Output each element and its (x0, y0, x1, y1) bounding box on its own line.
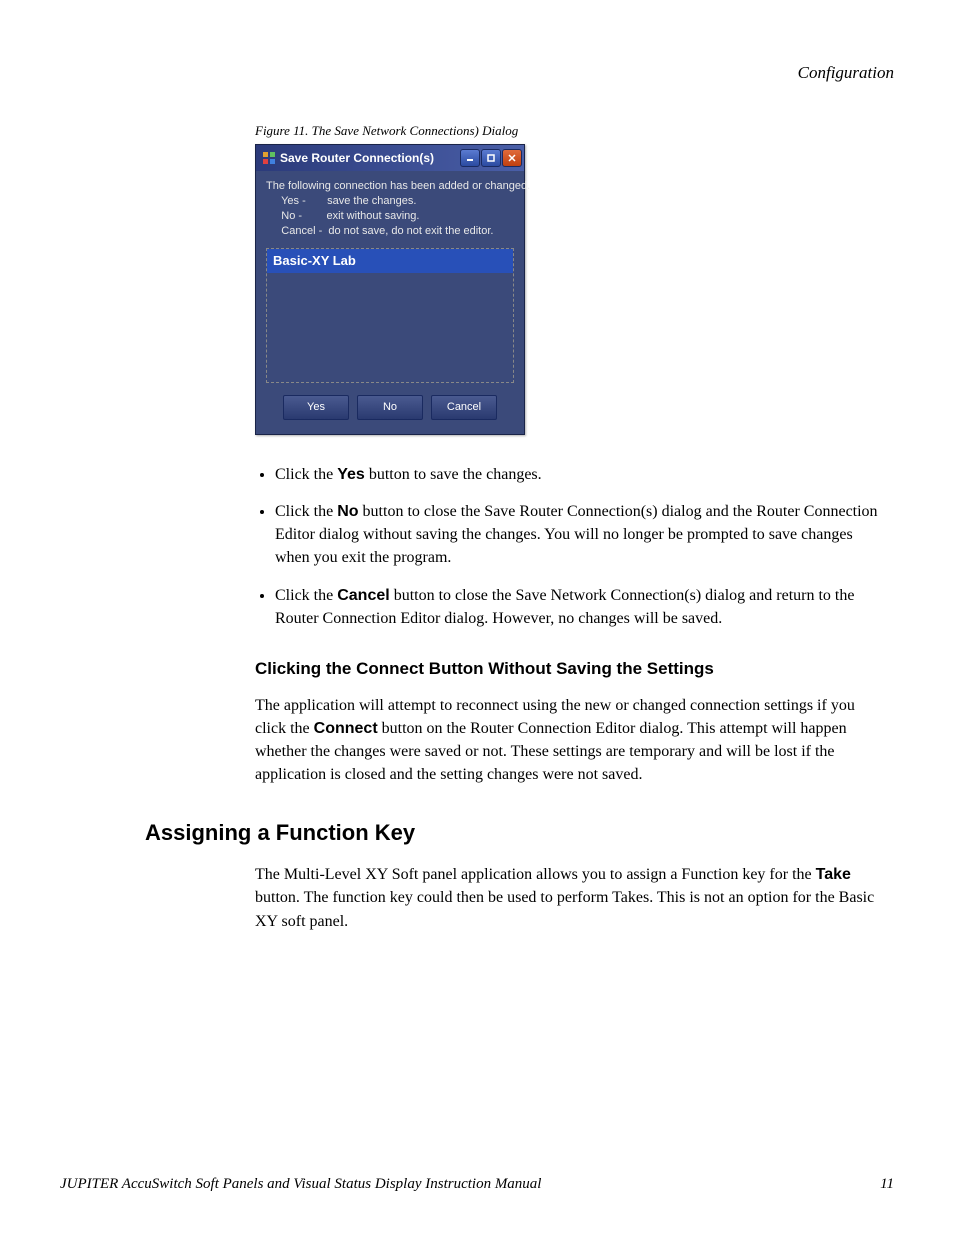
paragraph: The application will attempt to reconnec… (255, 694, 884, 787)
button-ref-no: No (337, 503, 358, 520)
dialog-message-line: Cancel - do not save, do not exit the ed… (266, 224, 514, 239)
list-item[interactable]: Basic-XY Lab (267, 249, 513, 273)
window-buttons (459, 149, 522, 167)
dialog-message-line: Yes - save the changes. (266, 194, 514, 209)
footer-title: JUPITER AccuSwitch Soft Panels and Visua… (60, 1173, 541, 1196)
no-button[interactable]: No (357, 395, 423, 420)
save-router-dialog: Save Router Connection(s) The following … (255, 144, 525, 435)
dialog-body: The following connection has been added … (256, 171, 524, 434)
instruction-item: Click the Yes button to save the changes… (275, 463, 884, 486)
connection-listbox[interactable]: Basic-XY Lab (266, 248, 514, 383)
text-run: The Multi-Level XY Soft panel applicatio… (255, 866, 816, 883)
page-footer: JUPITER AccuSwitch Soft Panels and Visua… (60, 1173, 894, 1196)
button-ref-connect: Connect (314, 720, 378, 737)
text-run: button to close the Save Router Connecti… (275, 503, 878, 566)
page-number: 11 (880, 1173, 894, 1196)
button-ref-cancel: Cancel (337, 587, 389, 604)
dialog-message-line: No - exit without saving. (266, 209, 514, 224)
dialog-titlebar: Save Router Connection(s) (256, 145, 524, 171)
page-section-header: Configuration (60, 60, 894, 86)
cancel-button[interactable]: Cancel (431, 395, 497, 420)
close-button[interactable] (502, 149, 522, 167)
instruction-item: Click the Cancel button to close the Sav… (275, 584, 884, 630)
dialog-button-row: Yes No Cancel (266, 395, 514, 420)
text-run: Click the (275, 503, 337, 520)
instruction-list: Click the Yes button to save the changes… (255, 463, 884, 630)
figure-caption: Figure 11. The Save Network Connections)… (255, 121, 894, 141)
paragraph: The Multi-Level XY Soft panel applicatio… (255, 863, 884, 933)
yes-button[interactable]: Yes (283, 395, 349, 420)
text-run: button to save the changes. (365, 466, 542, 483)
app-icon (262, 151, 276, 165)
instruction-item: Click the No button to close the Save Ro… (275, 500, 884, 570)
section-heading-assigning: Assigning a Function Key (145, 816, 894, 849)
text-run: Click the (275, 587, 337, 604)
text-run: Click the (275, 466, 337, 483)
button-ref-yes: Yes (337, 466, 365, 483)
text-run: button. The function key could then be u… (255, 889, 874, 929)
dialog-title: Save Router Connection(s) (280, 149, 459, 167)
subheading-connect: Clicking the Connect Button Without Savi… (255, 656, 894, 682)
maximize-button[interactable] (481, 149, 501, 167)
dialog-message-line: The following connection has been added … (266, 179, 514, 194)
minimize-button[interactable] (460, 149, 480, 167)
button-ref-take: Take (816, 866, 851, 883)
